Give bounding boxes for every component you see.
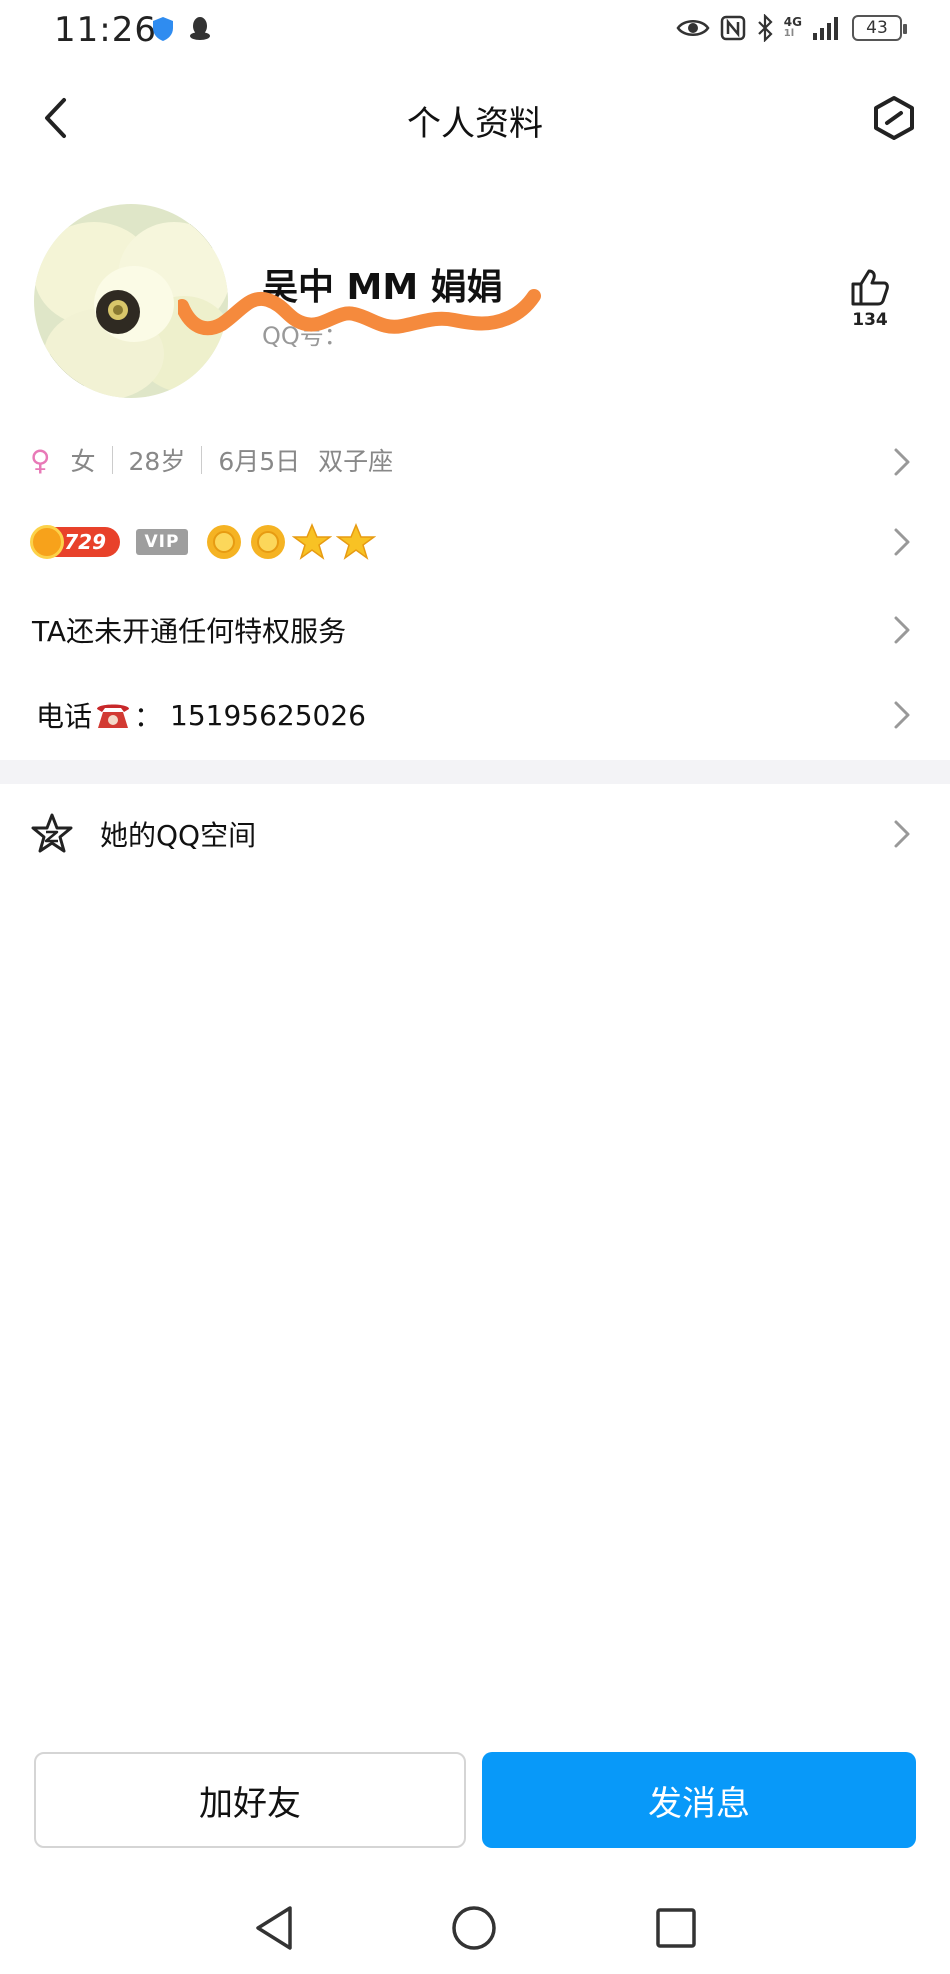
divider — [201, 446, 203, 474]
qzone-star-icon — [31, 813, 73, 853]
profile-screen: 11:26 4G 1l 43 个人资料 吴中 MM 娟娟 QQ号： 134 ♀ … — [0, 0, 950, 1974]
status-right-icons: 4G 1l 43 — [676, 14, 907, 42]
star-medal-icon — [292, 523, 332, 560]
add-friend-button[interactable]: 加好友 — [34, 1752, 466, 1848]
basic-info-row[interactable]: ♀ 女 28岁 6月5日 双子座 — [0, 440, 950, 480]
phone-separator: ： — [134, 700, 163, 733]
hexagon-settings-icon — [874, 96, 914, 140]
qq-zone-label: 她的QQ空间 — [100, 819, 257, 852]
status-time: 11:26 — [54, 10, 157, 50]
divider — [111, 446, 113, 474]
title-bar: 个人资料 — [0, 80, 950, 156]
settings-button[interactable] — [868, 92, 920, 144]
status-bar: 11:26 4G 1l 43 — [0, 0, 950, 64]
qq-penguin-icon — [190, 17, 210, 40]
chevron-right-icon — [888, 524, 916, 560]
sun-medal-icon — [207, 525, 241, 559]
gender: 女 — [70, 447, 96, 476]
shield-icon — [153, 17, 173, 41]
star-medal-icon — [336, 523, 376, 560]
qq-level-medals — [204, 522, 376, 562]
coin-icon — [30, 525, 64, 559]
sun-medal-icon — [251, 525, 285, 559]
phone-info: 电话 ： 15195625026 — [36, 695, 366, 735]
square-recents-icon — [656, 1908, 696, 1948]
chevron-right-icon — [888, 444, 916, 480]
section-divider — [0, 760, 950, 784]
chevron-right-icon — [888, 816, 916, 852]
signal-icon — [813, 17, 838, 40]
nav-home-button[interactable] — [444, 1898, 504, 1958]
level-badge: 729 — [30, 525, 120, 559]
basic-info: 女 28岁 6月5日 双子座 — [70, 442, 394, 478]
phone-label: 电话 — [36, 700, 93, 733]
female-icon: ♀ — [30, 443, 51, 477]
nav-recents-button[interactable] — [646, 1898, 706, 1958]
birthday: 6月5日 — [218, 447, 301, 476]
page-title: 个人资料 — [407, 104, 543, 144]
phone-number: 15195625026 — [170, 698, 366, 732]
redaction-scribble — [178, 289, 541, 336]
like-button[interactable]: 134 — [842, 268, 898, 330]
telephone-icon — [97, 704, 130, 728]
qq-zone-row[interactable]: 她的QQ空间 — [0, 808, 950, 860]
battery-icon: 43 — [852, 15, 907, 41]
thumbs-up-icon — [851, 269, 889, 306]
status-left-icons — [152, 16, 212, 42]
phone-row[interactable]: 电话 ： 15195625026 — [0, 692, 950, 738]
chevron-right-icon — [888, 697, 916, 733]
triangle-back-icon — [256, 1906, 292, 1950]
network-type: 4G 1l — [783, 15, 802, 39]
bluetooth-icon — [758, 14, 773, 42]
badge-row[interactable]: 729 VIP — [0, 520, 950, 564]
circle-home-icon — [452, 1906, 496, 1950]
age: 28岁 — [128, 447, 186, 476]
privilege-text: TA还未开通任何特权服务 — [32, 615, 347, 648]
nfc-icon — [720, 15, 746, 41]
vip-badge: VIP — [136, 529, 188, 555]
nav-back-button[interactable] — [244, 1898, 304, 1958]
chevron-right-icon — [888, 612, 916, 648]
privilege-row[interactable]: TA还未开通任何特权服务 — [0, 608, 950, 652]
level-value: 729 — [64, 530, 106, 554]
zodiac: 双子座 — [318, 447, 394, 476]
system-nav-bar — [0, 1880, 950, 1974]
like-count: 134 — [852, 310, 888, 330]
eye-icon — [676, 20, 710, 36]
send-message-button[interactable]: 发消息 — [482, 1752, 916, 1848]
